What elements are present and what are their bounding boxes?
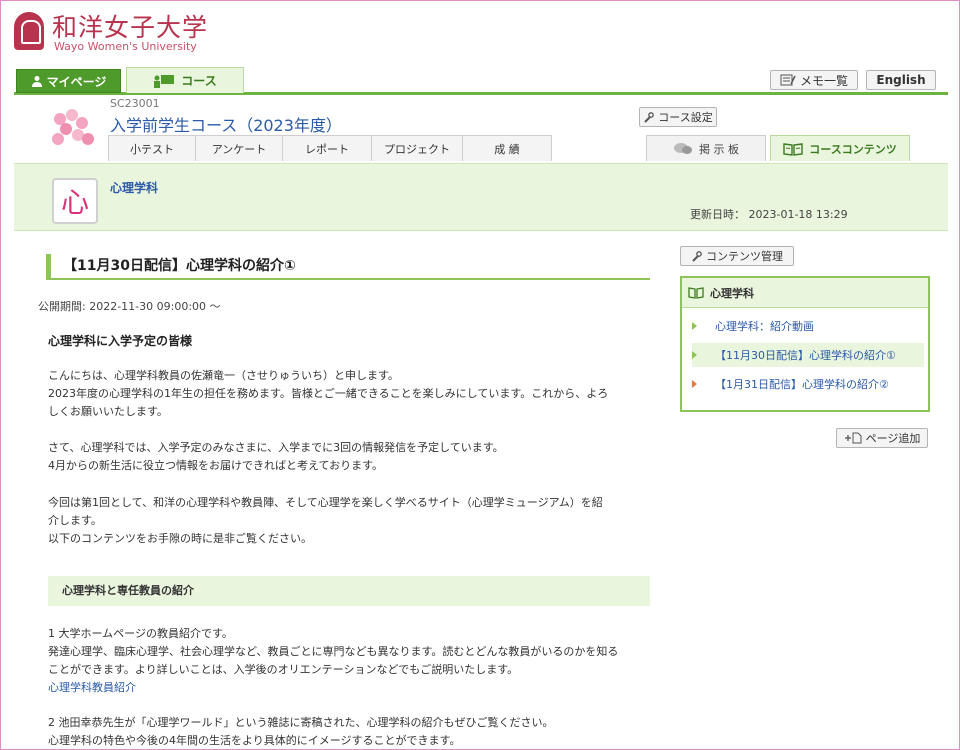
publication-period: 公開期間: 2022-11-30 09:00:00 ～	[38, 300, 221, 313]
tab-course-contents[interactable]: コースコンテンツ	[770, 135, 910, 161]
add-page-label: ページ追加	[865, 432, 921, 445]
tab-course-contents-label: コースコンテンツ	[809, 142, 897, 156]
paragraph-line: こんにちは、心理学科教員の佐瀬竜一（させりゅういち）と申します。	[48, 369, 399, 382]
tab-bulletin-board-label: 掲 示 板	[699, 142, 739, 156]
contents-list-title: 心理学科	[682, 278, 928, 308]
list-item-label: 心理学科：紹介動画	[715, 320, 814, 333]
paragraph-line: 以下のコンテンツをお手隙の時に是非ご覧ください。	[48, 532, 312, 545]
tab-mypage[interactable]: マイページ	[16, 69, 121, 93]
wrench-icon	[692, 250, 702, 262]
tab-project[interactable]: プロジェクト	[371, 135, 463, 161]
logo-japanese-name: 和洋女子大学	[52, 13, 209, 42]
tab-survey[interactable]: アンケート	[195, 135, 283, 161]
list-item[interactable]: 【11月30日配信】心理学科の紹介①	[692, 343, 924, 367]
speech-bubble-icon	[674, 142, 692, 154]
tab-course[interactable]: コース	[126, 67, 244, 93]
memo-icon	[780, 74, 796, 86]
tulip-logo-icon	[14, 12, 44, 50]
contents-folder-title[interactable]: 心理学科	[110, 179, 158, 196]
person-icon	[31, 76, 42, 87]
paragraph-line: 介します。	[48, 514, 102, 527]
arrow-right-icon	[692, 351, 697, 359]
paragraph-line: 発達心理学、臨床心理学、社会心理学など、教員ごとに専門なども異なります。読むとど…	[48, 645, 619, 658]
tab-report[interactable]: レポート	[282, 135, 372, 161]
english-button[interactable]: English	[866, 70, 936, 90]
content-management-label: コンテンツ管理	[706, 250, 783, 263]
top-navigation: マイページ コース メモ一覧 English	[14, 67, 948, 95]
course-setting-label: コース設定	[658, 111, 713, 124]
contents-list-title-label: 心理学科	[710, 286, 754, 300]
course-setting-button[interactable]: コース設定	[639, 107, 717, 127]
tab-bulletin-board[interactable]: 掲 示 板	[646, 135, 766, 161]
paragraph-line: 今回は第1回として、和洋の心理学科や教員陣、そして心理学を楽しく学べるサイト（心…	[48, 496, 603, 509]
tab-mypage-label: マイページ	[46, 74, 107, 89]
add-page-icon	[844, 432, 862, 444]
tab-quiz[interactable]: 小テスト	[108, 135, 196, 161]
course-subtabs: 小テスト アンケート レポート プロジェクト 成 績	[108, 135, 552, 161]
greeting: 心理学科に入学予定の皆様	[48, 334, 193, 348]
list-item[interactable]: 【1月31日配信】心理学科の紹介②	[692, 372, 924, 396]
paragraph-line: ことができます。より詳しいことは、入学後のオリエンテーションなどでもご説明いたし…	[48, 663, 519, 676]
tab-grades[interactable]: 成 績	[462, 135, 552, 161]
paragraph-line: 心理学科の特色や今後の4年間の生活をより具体的にイメージすることができます。	[48, 734, 461, 747]
memo-list-button[interactable]: メモ一覧	[770, 70, 858, 90]
teacher-board-icon	[154, 74, 175, 88]
content-management-button[interactable]: コンテンツ管理	[680, 246, 794, 266]
arrow-right-icon	[692, 380, 697, 388]
add-page-button[interactable]: ページ追加	[836, 428, 928, 448]
university-logo[interactable]: 和洋女子大学 Wayo Women's University	[14, 8, 224, 56]
list-item-label: 【11月30日配信】心理学科の紹介①	[715, 349, 896, 362]
course-header: SC23001 入学前学生コース（2023年度） 小テスト アンケート レポート…	[14, 95, 948, 163]
kokoro-icon: 心	[52, 178, 98, 224]
open-book-icon	[688, 286, 704, 299]
course-code: SC23001	[110, 97, 160, 110]
list-item[interactable]: 心理学科：紹介動画	[692, 314, 924, 338]
wrench-icon	[644, 111, 655, 123]
logo-english-name: Wayo Women's University	[54, 40, 197, 53]
memo-list-label: メモ一覧	[799, 73, 848, 88]
paragraph-line: さて、心理学科では、入学予定のみなさまに、入学までに3回の情報発信を予定していま…	[48, 441, 504, 454]
page-title: 【11月30日配信】心理学科の紹介①	[46, 254, 650, 280]
sakura-icon	[48, 107, 96, 151]
section-heading: 心理学科と専任教員の紹介	[48, 576, 650, 606]
tab-course-label: コース	[181, 74, 217, 88]
contents-banner: 心 心理学科 更新日時： 2023-01-18 13:29	[14, 163, 948, 231]
paragraph-line: 1 大学ホームページの教員紹介です。	[48, 627, 233, 640]
open-book-icon	[783, 142, 803, 156]
faculty-intro-link[interactable]: 心理学科教員紹介	[48, 679, 648, 697]
paragraph-line: 2023年度の心理学科の1年生の担任を務めます。皆様とご一緒できることを楽しみに…	[48, 387, 609, 400]
paragraph-line: 2 池田幸恭先生が「心理学ワールド」という雑誌に寄稿された、心理学科の紹介もぜひ…	[48, 716, 554, 729]
arrow-right-icon	[692, 322, 697, 330]
updated-datetime: 更新日時： 2023-01-18 13:29	[690, 208, 848, 221]
paragraph-line: 4月からの新生活に役立つ情報をお届けできればと考えております。	[48, 459, 384, 472]
course-title[interactable]: 入学前学生コース（2023年度）	[110, 112, 342, 136]
contents-list-box: 心理学科 心理学科：紹介動画 【11月30日配信】心理学科の紹介① 【1月31日…	[680, 276, 930, 412]
paragraph-line: しくお願いいたします。	[48, 405, 168, 418]
list-item-label: 【1月31日配信】心理学科の紹介②	[715, 378, 889, 391]
